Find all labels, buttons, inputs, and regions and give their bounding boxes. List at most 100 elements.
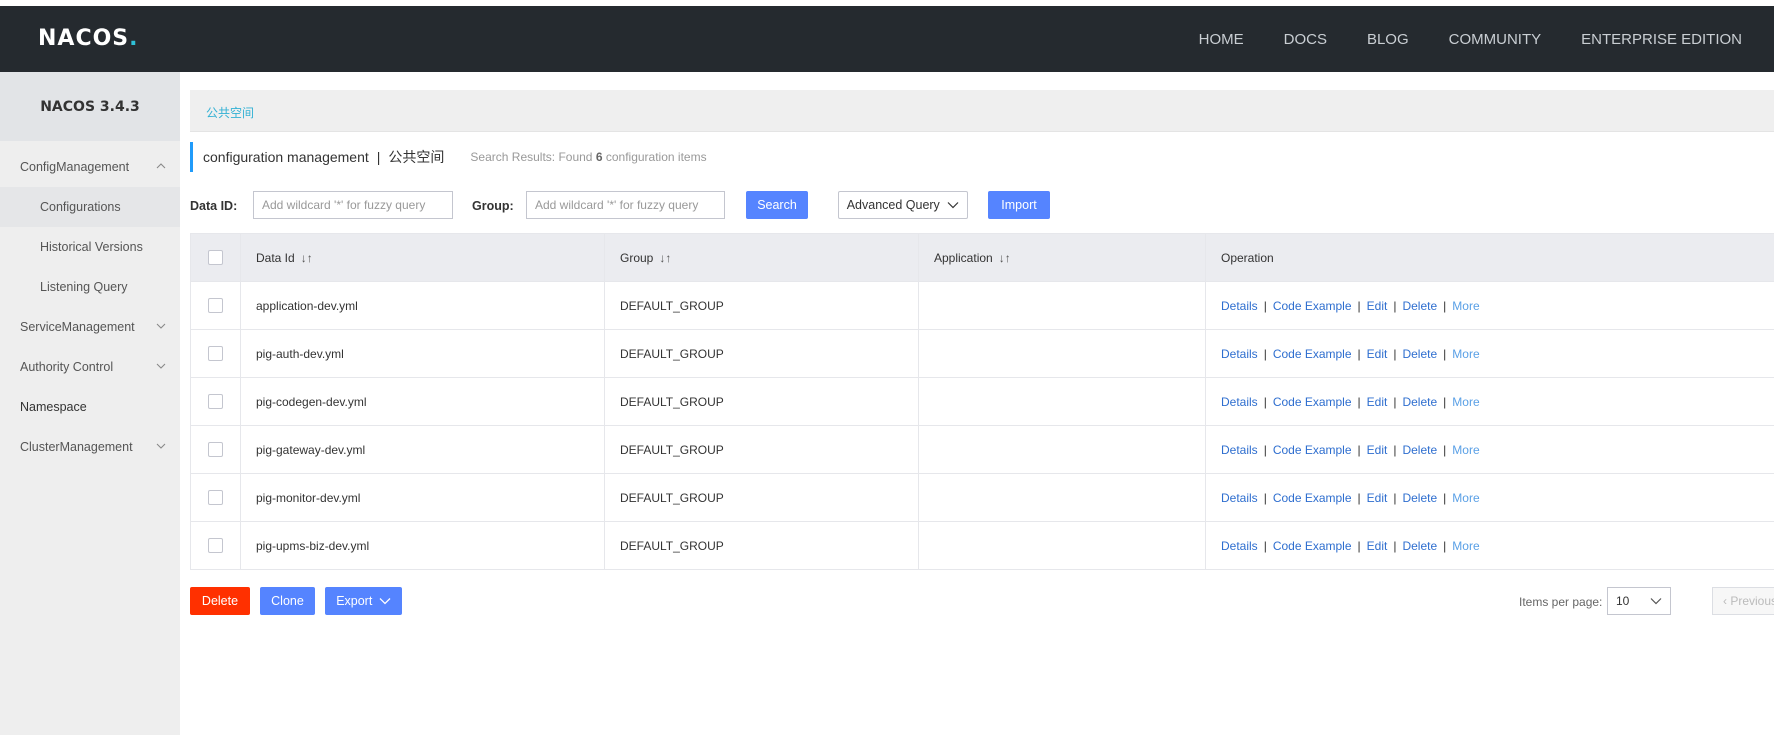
sidebar-item-label: ServiceManagement: [20, 320, 135, 334]
details-link[interactable]: Details: [1221, 347, 1258, 361]
sidebar-item-namespace[interactable]: Namespace: [0, 387, 180, 427]
sort-icon[interactable]: ↓↑: [301, 251, 313, 265]
group-input[interactable]: Add wildcard '*' for fuzzy query: [526, 191, 725, 219]
sidebar-item-listening-query[interactable]: Listening Query: [0, 267, 180, 307]
header-data-id[interactable]: Data Id ↓↑: [241, 234, 605, 281]
chevron-down-icon: [154, 307, 168, 347]
header-checkbox-cell: [191, 234, 241, 281]
search-button[interactable]: Search: [746, 191, 808, 219]
operation-separator: |: [1393, 442, 1397, 457]
hint-count: 6: [595, 150, 603, 164]
delete-link[interactable]: Delete: [1402, 491, 1437, 505]
delete-link[interactable]: Delete: [1402, 395, 1437, 409]
hint-prefix: Search Results: Found: [470, 150, 593, 164]
edit-link[interactable]: Edit: [1367, 347, 1388, 361]
row-checkbox[interactable]: [208, 490, 223, 505]
search-results-hint: Search Results: Found 6 configuration it…: [470, 150, 706, 164]
previous-page-button[interactable]: ‹ Previous: [1712, 587, 1774, 615]
sidebar-item-config-management[interactable]: ConfigManagement: [0, 147, 180, 187]
main-content: 公共空间 configuration management | 公共空间 Sea…: [190, 72, 1774, 735]
code-example-link[interactable]: Code Example: [1273, 443, 1352, 457]
header-group[interactable]: Group ↓↑: [605, 234, 919, 281]
nav-community[interactable]: COMMUNITY: [1449, 31, 1542, 48]
code-example-link[interactable]: Code Example: [1273, 347, 1352, 361]
details-link[interactable]: Details: [1221, 299, 1258, 313]
nav-enterprise-edition[interactable]: ENTERPRISE EDITION: [1581, 31, 1742, 48]
cell-group: DEFAULT_GROUP: [605, 522, 919, 569]
select-all-checkbox[interactable]: [208, 250, 223, 265]
chevron-down-icon: [1650, 598, 1662, 605]
items-per-page-select[interactable]: 10: [1607, 587, 1671, 615]
sort-icon[interactable]: ↓↑: [659, 251, 671, 265]
edit-link[interactable]: Edit: [1367, 443, 1388, 457]
sort-icon[interactable]: ↓↑: [999, 251, 1011, 265]
table-row: pig-gateway-dev.yml DEFAULT_GROUP Details |…: [191, 425, 1774, 473]
code-example-link[interactable]: Code Example: [1273, 299, 1352, 313]
edit-link[interactable]: Edit: [1367, 491, 1388, 505]
nacos-logo[interactable]: NACOS.: [38, 26, 139, 51]
details-link[interactable]: Details: [1221, 395, 1258, 409]
row-checkbox[interactable]: [208, 394, 223, 409]
code-example-link[interactable]: Code Example: [1273, 395, 1352, 409]
clone-button[interactable]: Clone: [260, 587, 315, 615]
more-link[interactable]: More: [1452, 347, 1479, 361]
row-checkbox[interactable]: [208, 442, 223, 457]
header-bar: NACOS. HOME DOCS BLOG COMMUNITY ENTERPRI…: [0, 6, 1774, 72]
nav-blog[interactable]: BLOG: [1367, 31, 1409, 48]
more-link[interactable]: More: [1452, 395, 1479, 409]
operation-separator: |: [1263, 394, 1267, 409]
items-per-page-label: Items per page:: [1519, 595, 1603, 609]
more-link[interactable]: More: [1452, 299, 1479, 313]
advanced-query-button[interactable]: Advanced Query: [838, 191, 968, 219]
operation-separator: |: [1357, 298, 1361, 313]
table-header: Data Id ↓↑ Group ↓↑ Application ↓↑ Operatio…: [191, 234, 1774, 281]
delete-link[interactable]: Delete: [1402, 539, 1437, 553]
details-link[interactable]: Details: [1221, 491, 1258, 505]
export-button[interactable]: Export: [325, 587, 402, 615]
edit-link[interactable]: Edit: [1367, 299, 1388, 313]
sidebar-item-cluster-management[interactable]: ClusterManagement: [0, 427, 180, 467]
advanced-query-label: Advanced Query: [846, 198, 940, 212]
row-checkbox-cell: [191, 282, 241, 329]
delete-link[interactable]: Delete: [1402, 299, 1437, 313]
delete-button[interactable]: Delete: [190, 587, 250, 615]
table-row: pig-auth-dev.yml DEFAULT_GROUP Details | Cod…: [191, 329, 1774, 377]
header-label: Group: [620, 250, 654, 265]
sidebar-item-authority-control[interactable]: Authority Control: [0, 347, 180, 387]
version-label: NACOS 3.4.3: [0, 72, 180, 141]
row-checkbox-cell: [191, 474, 241, 521]
operation-separator: |: [1357, 490, 1361, 505]
more-link[interactable]: More: [1452, 539, 1479, 553]
details-link[interactable]: Details: [1221, 443, 1258, 457]
sidebar-item-service-management[interactable]: ServiceManagement: [0, 307, 180, 347]
cell-operation: Details | Code Example | Edit | Delete | More: [1206, 474, 1774, 521]
delete-link[interactable]: Delete: [1402, 443, 1437, 457]
row-checkbox[interactable]: [208, 346, 223, 361]
import-button[interactable]: Import: [988, 191, 1050, 219]
nav-home[interactable]: HOME: [1199, 31, 1244, 48]
config-table: Data Id ↓↑ Group ↓↑ Application ↓↑ Operatio…: [190, 233, 1774, 570]
more-link[interactable]: More: [1452, 491, 1479, 505]
edit-link[interactable]: Edit: [1367, 539, 1388, 553]
sidebar-item-configurations[interactable]: Configurations: [0, 187, 180, 227]
sidebar-item-historical-versions[interactable]: Historical Versions: [0, 227, 180, 267]
cell-data-id: pig-codegen-dev.yml: [241, 378, 605, 425]
code-example-link[interactable]: Code Example: [1273, 539, 1352, 553]
namespace-link-public[interactable]: 公共空间: [206, 104, 254, 121]
more-link[interactable]: More: [1452, 443, 1479, 457]
cell-operation: Details | Code Example | Edit | Delete | More: [1206, 330, 1774, 377]
previous-label: Previous: [1730, 594, 1774, 608]
delete-link[interactable]: Delete: [1402, 347, 1437, 361]
row-checkbox[interactable]: [208, 298, 223, 313]
data-id-input[interactable]: Add wildcard '*' for fuzzy query: [253, 191, 453, 219]
details-link[interactable]: Details: [1221, 539, 1258, 553]
edit-link[interactable]: Edit: [1367, 395, 1388, 409]
operation-separator: |: [1393, 538, 1397, 553]
header-application[interactable]: Application ↓↑: [919, 234, 1206, 281]
nav-docs[interactable]: DOCS: [1284, 31, 1327, 48]
top-nav: HOME DOCS BLOG COMMUNITY ENTERPRISE EDIT…: [1199, 6, 1774, 72]
top-header: NACOS. HOME DOCS BLOG COMMUNITY ENTERPRI…: [0, 0, 1774, 72]
operation-separator: |: [1443, 346, 1447, 361]
row-checkbox[interactable]: [208, 538, 223, 553]
code-example-link[interactable]: Code Example: [1273, 491, 1352, 505]
